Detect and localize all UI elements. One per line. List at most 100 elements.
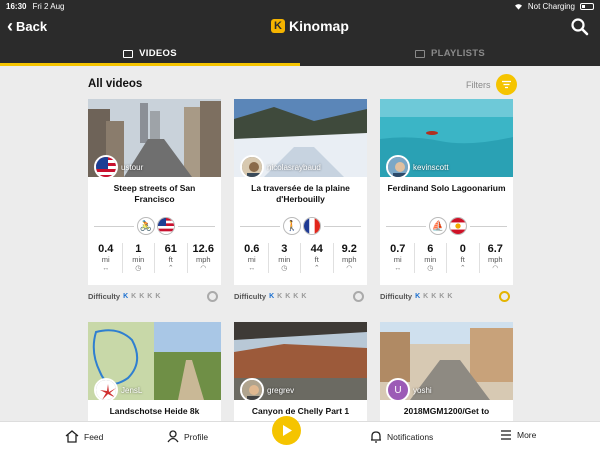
stat-distance: 0.7 mi ↔ (382, 243, 415, 273)
nav-more[interactable]: More (500, 430, 536, 440)
elevation-icon: ⌃ (167, 265, 174, 272)
difficulty-rating: Difficulty KKKKK (380, 292, 452, 301)
difficulty-k-icon: K (147, 293, 153, 300)
difficulty-k-icon: K (415, 293, 421, 300)
sport-badges: 🚶 (280, 217, 324, 235)
avatar[interactable] (94, 155, 118, 179)
difficulty-k-icon: K (447, 293, 453, 300)
nav-notifications-label: Notifications (387, 431, 434, 442)
difficulty-k-icon: K (285, 293, 291, 300)
nav-feed[interactable]: Feed (65, 430, 103, 443)
page-title: All videos (88, 78, 143, 90)
nav-feed-label: Feed (84, 431, 104, 442)
video-stats: 0.4 mi ↔ 1 min ◷ 61 ft ⌃ 12.6 mph ◠ (90, 243, 219, 273)
back-label: Back (16, 18, 48, 34)
video-card[interactable]: ustour Steep streets of San Francisco 🚴 … (88, 99, 221, 285)
medal-icon (499, 291, 510, 302)
stat-duration: 1 min ◷ (123, 243, 155, 273)
avatar[interactable] (240, 155, 264, 179)
username[interactable]: nicolasraybaud (267, 163, 321, 172)
clock-icon: ◷ (135, 265, 142, 272)
filter-icon (495, 74, 517, 95)
filters-label: Filters (466, 79, 491, 90)
search-icon[interactable] (570, 17, 590, 37)
difficulty-k-icon: K (277, 293, 283, 300)
tab-playlists[interactable]: PLAYLISTS (300, 41, 600, 66)
chevron-left-icon: ‹ (7, 16, 13, 36)
difficulty-k-icon: K (139, 293, 145, 300)
hiking-icon: 🚶 (283, 217, 301, 235)
distance-icon: ↔ (102, 265, 110, 272)
back-button[interactable]: ‹ Back (7, 17, 47, 35)
avatar[interactable] (94, 378, 118, 402)
difficulty-k-icon: K (131, 293, 137, 300)
video-title: Canyon de Chelly Part 1 (251, 406, 350, 416)
stat-speed: 6.7 mph ◠ (480, 243, 512, 273)
username[interactable]: kevinscott (413, 163, 449, 172)
avatar[interactable] (386, 155, 410, 179)
tab-bar: VIDEOS PLAYLISTS (0, 41, 600, 66)
video-card[interactable]: JensL Landschotse Heide 8k (88, 322, 221, 422)
stat-distance: 0.4 mi ↔ (90, 243, 123, 273)
charging-status: Not Charging (527, 2, 575, 11)
elevation-icon: ⌃ (313, 265, 320, 272)
avatar-letter: U (394, 384, 402, 396)
video-card[interactable]: kevinscott Ferdinand Solo Lagoonarium ⛵ … (380, 99, 513, 285)
difficulty-rating: Difficulty KKKKK (88, 292, 160, 301)
tab-videos-label: VIDEOS (139, 48, 177, 59)
flag-france-icon (303, 217, 321, 235)
stat-elevation: 44 ft ⌃ (301, 243, 334, 273)
video-title: Steep streets of San Francisco (113, 183, 196, 204)
filters-button[interactable]: Filters (466, 74, 517, 95)
video-icon (123, 49, 134, 58)
nav-profile[interactable]: Profile (167, 430, 208, 443)
cycling-icon: 🚴 (137, 217, 155, 235)
difficulty-label: Difficulty (234, 292, 267, 301)
playlist-icon (414, 49, 425, 58)
nav-notifications[interactable]: Notifications (370, 430, 433, 443)
video-stats: 0.7 mi ↔ 6 min ◷ 0 ft ⌃ 6.7 mph ◠ (382, 243, 511, 273)
status-date: Fri 2 Aug (32, 2, 65, 11)
home-icon (65, 430, 79, 443)
app-logo: K Kinomap (271, 18, 349, 34)
nav-more-label: More (517, 430, 537, 440)
play-button[interactable] (272, 416, 301, 445)
speed-icon: ◠ (492, 265, 499, 272)
stat-elevation: 61 ft ⌃ (155, 243, 188, 273)
username[interactable]: JensL (121, 386, 142, 395)
video-card[interactable]: U yoshi 2018MGM1200/Get to (380, 322, 513, 422)
stat-speed: 9.2 mph ◠ (334, 243, 366, 273)
stat-elevation: 0 ft ⌃ (447, 243, 480, 273)
difficulty-k-icon: K (439, 293, 445, 300)
difficulty-k-icon: K (423, 293, 429, 300)
medal-icon (207, 291, 218, 302)
video-card[interactable]: nicolasraybaud La traversée de la plaine… (234, 99, 367, 285)
stat-duration: 6 min ◷ (415, 243, 447, 273)
avatar[interactable]: U (386, 378, 410, 402)
distance-icon: ↔ (248, 265, 256, 272)
top-bar: ‹ Back K Kinomap (0, 13, 600, 41)
difficulty-k-icon: K (155, 293, 161, 300)
kinomap-logo-icon: K (271, 19, 285, 33)
stat-speed: 12.6 mph ◠ (188, 243, 220, 273)
clock-icon: ◷ (281, 265, 288, 272)
speed-icon: ◠ (346, 265, 353, 272)
avatar[interactable] (240, 378, 264, 402)
username[interactable]: yoshi (413, 386, 432, 395)
video-card[interactable]: gregrev Canyon de Chelly Part 1 (234, 322, 367, 422)
stat-distance: 0.6 mi ↔ (236, 243, 269, 273)
difficulty-label: Difficulty (88, 292, 121, 301)
username[interactable]: ustour (121, 163, 143, 172)
play-icon (282, 425, 292, 436)
difficulty-k-icon: K (431, 293, 437, 300)
distance-icon: ↔ (394, 265, 402, 272)
app-name: Kinomap (289, 18, 349, 34)
person-icon (167, 430, 179, 443)
video-title: La traversée de la plaine d'Herbouilly (251, 183, 350, 204)
rowing-icon: ⛵ (429, 217, 447, 235)
wifi-icon (514, 4, 522, 10)
username[interactable]: gregrev (267, 386, 294, 395)
tab-videos[interactable]: VIDEOS (0, 41, 300, 66)
video-title: Ferdinand Solo Lagoonarium (387, 183, 506, 193)
status-time: 16:30 (6, 2, 27, 11)
